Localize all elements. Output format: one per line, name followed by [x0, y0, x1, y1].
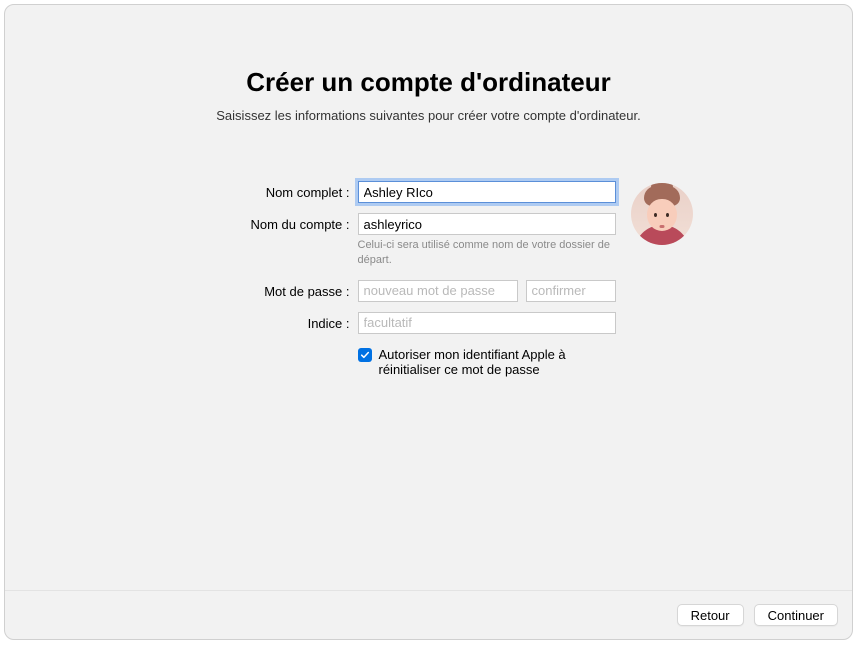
page-title: Créer un compte d'ordinateur [5, 67, 852, 98]
account-name-input[interactable] [358, 213, 616, 235]
footer-bar: Retour Continuer [5, 590, 852, 639]
account-name-helper: Celui-ci sera utilisé comme nom de votre… [358, 238, 616, 268]
content-area: Créer un compte d'ordinateur Saisissez l… [5, 5, 852, 590]
back-button[interactable]: Retour [677, 604, 744, 626]
allow-apple-id-reset-label: Autoriser mon identifiant Apple à réinit… [379, 347, 616, 377]
account-name-label: Nom du compte : [175, 213, 350, 280]
allow-apple-id-reset-checkbox[interactable]: Autoriser mon identifiant Apple à réinit… [358, 347, 616, 377]
hint-label: Indice : [175, 312, 350, 344]
full-name-label: Nom complet : [175, 181, 350, 213]
password-label: Mot de passe : [175, 280, 350, 312]
setup-assistant-window: Créer un compte d'ordinateur Saisissez l… [4, 4, 853, 640]
confirm-password-input[interactable] [526, 280, 616, 302]
user-avatar[interactable] [631, 183, 693, 245]
page-subtitle: Saisissez les informations suivantes pou… [5, 108, 852, 123]
checkbox-checked-icon [358, 348, 372, 362]
full-name-input[interactable] [358, 181, 616, 203]
hint-input[interactable] [358, 312, 616, 334]
continue-button[interactable]: Continuer [754, 604, 838, 626]
form-grid: Nom complet : Nom du compte : Celui-ci s… [175, 181, 616, 387]
new-password-input[interactable] [358, 280, 518, 302]
form-area: Nom complet : Nom du compte : Celui-ci s… [5, 181, 852, 387]
